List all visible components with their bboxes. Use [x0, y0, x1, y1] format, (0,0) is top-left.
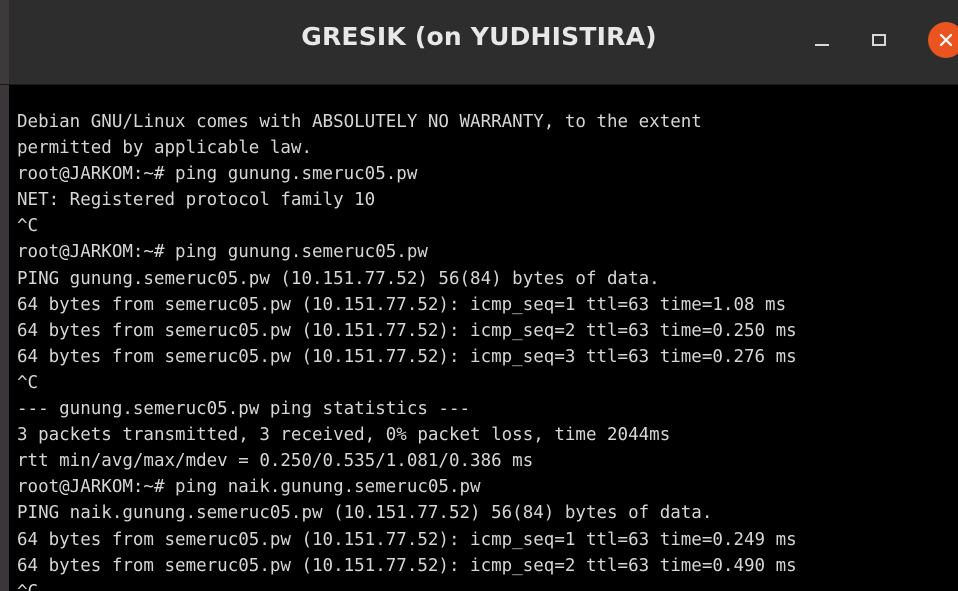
terminal-line: root@JARKOM:~# ping naik.gunung.semeruc0… — [17, 477, 481, 498]
title-bar[interactable]: GRESIK (on YUDHISTIRA) — [0, 0, 958, 85]
terminal-window: GRESIK (on YUDHISTIRA) Debian GNU/Linux … — [0, 0, 958, 591]
maximize-icon — [872, 34, 886, 46]
terminal-line: permitted by applicable law. — [17, 138, 313, 159]
terminal-line: root@JARKOM:~# ping gunung.smeruc05.pw — [17, 164, 418, 185]
terminal-line: PING gunung.semeruc05.pw (10.151.77.52) … — [17, 268, 660, 289]
terminal-line: NET: Registered protocol family 10 — [17, 190, 376, 211]
terminal-output[interactable]: Debian GNU/Linux comes with ABSOLUTELY N… — [0, 85, 958, 591]
terminal-line: 64 bytes from semeruc05.pw (10.151.77.52… — [17, 294, 787, 315]
terminal-line: --- gunung.semeruc05.pw ping statistics … — [17, 399, 471, 420]
terminal-line: 64 bytes from semeruc05.pw (10.151.77.52… — [17, 529, 797, 550]
terminal-line: root@JARKOM:~# ping gunung.semeruc05.pw — [17, 242, 428, 263]
terminal-line: 3 packets transmitted, 3 received, 0% pa… — [17, 425, 671, 446]
terminal-line: PING naik.gunung.semeruc05.pw (10.151.77… — [17, 503, 713, 524]
terminal-line: rtt min/avg/max/mdev = 0.250/0.535/1.081… — [17, 451, 534, 472]
close-button[interactable] — [928, 22, 958, 58]
maximize-button[interactable] — [857, 18, 901, 62]
terminal-line: ^C — [17, 216, 39, 237]
terminal-line: 64 bytes from semeruc05.pw (10.151.77.52… — [17, 555, 797, 576]
terminal-line: ^C — [17, 579, 958, 591]
terminal-line: 64 bytes from semeruc05.pw (10.151.77.52… — [17, 320, 797, 341]
terminal-line: Debian GNU/Linux comes with ABSOLUTELY N… — [17, 112, 702, 132]
minimize-icon — [815, 44, 829, 46]
close-icon — [939, 33, 953, 47]
minimize-button[interactable] — [800, 18, 844, 62]
terminal-line: 64 bytes from semeruc05.pw (10.151.77.52… — [17, 346, 797, 367]
terminal-line: ^C — [17, 372, 39, 393]
